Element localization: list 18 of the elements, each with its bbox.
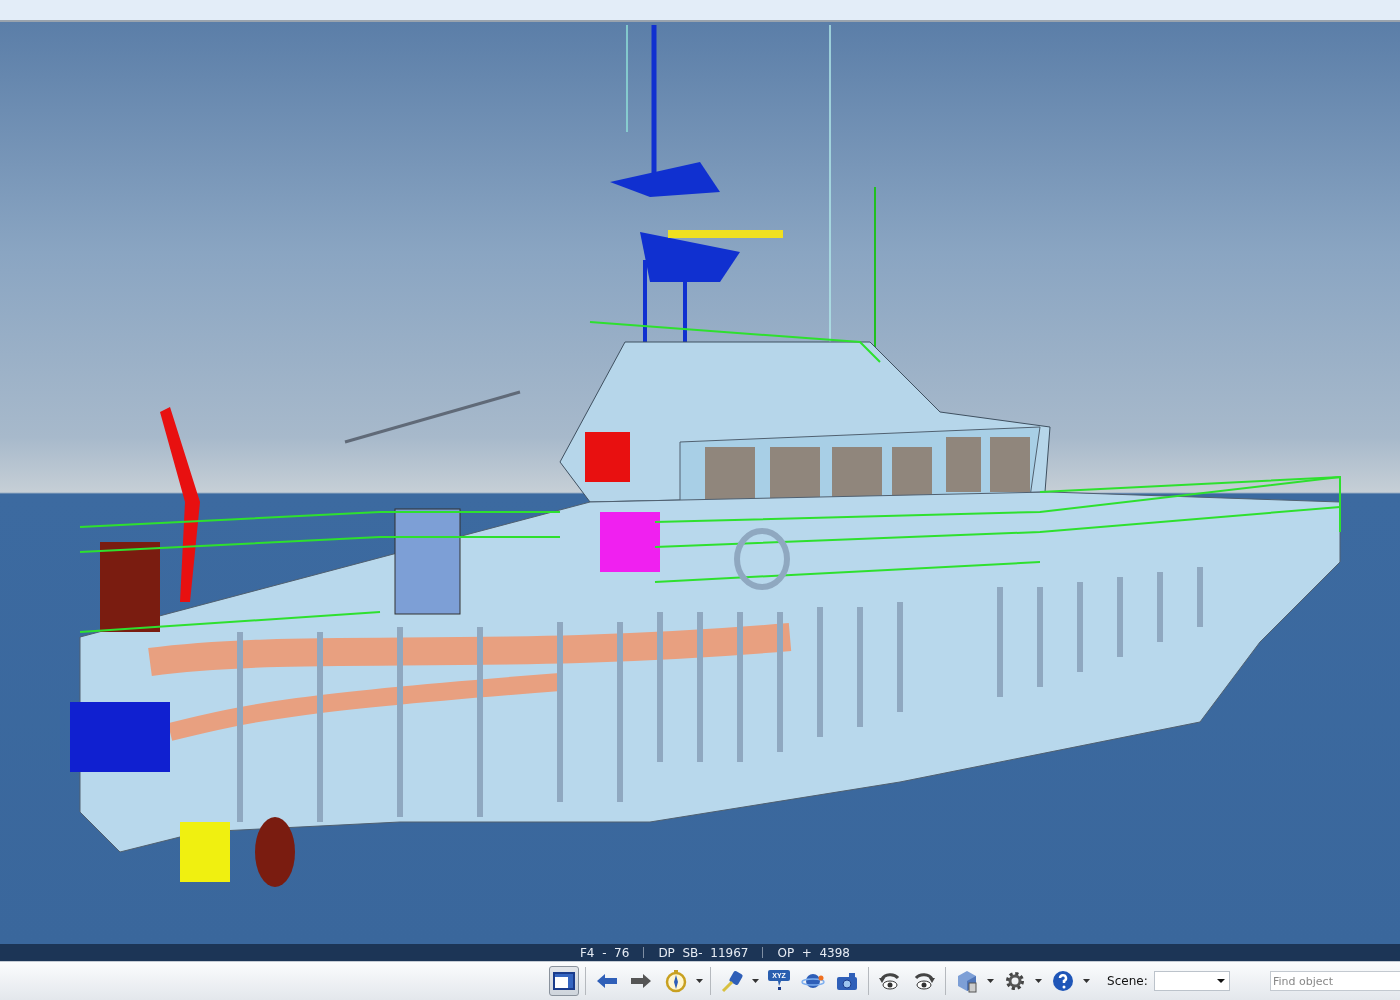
- caret-icon: [987, 979, 995, 983]
- find-object-field[interactable]: Find object: [1270, 971, 1400, 991]
- bubble-tail-icon: [777, 981, 781, 990]
- window-layout-icon: [552, 969, 576, 993]
- caret-icon: [695, 979, 703, 983]
- compass-icon: [663, 969, 688, 993]
- toolbar-button[interactable]: [549, 966, 579, 996]
- caret-icon: [752, 979, 760, 983]
- caret-icon: [1035, 979, 1043, 983]
- scene-label: Scene:: [1107, 974, 1148, 988]
- tape-measure-icon: [720, 969, 745, 993]
- status-reading: OP + 4398: [776, 945, 851, 960]
- cube-icon: [955, 969, 980, 993]
- help-icon: [1051, 969, 1076, 993]
- caret-icon: [1217, 979, 1226, 983]
- status-reading: DP SB- 11967: [657, 945, 750, 960]
- status-reading: F4 - 76: [578, 945, 631, 960]
- caret-icon: [1083, 979, 1091, 983]
